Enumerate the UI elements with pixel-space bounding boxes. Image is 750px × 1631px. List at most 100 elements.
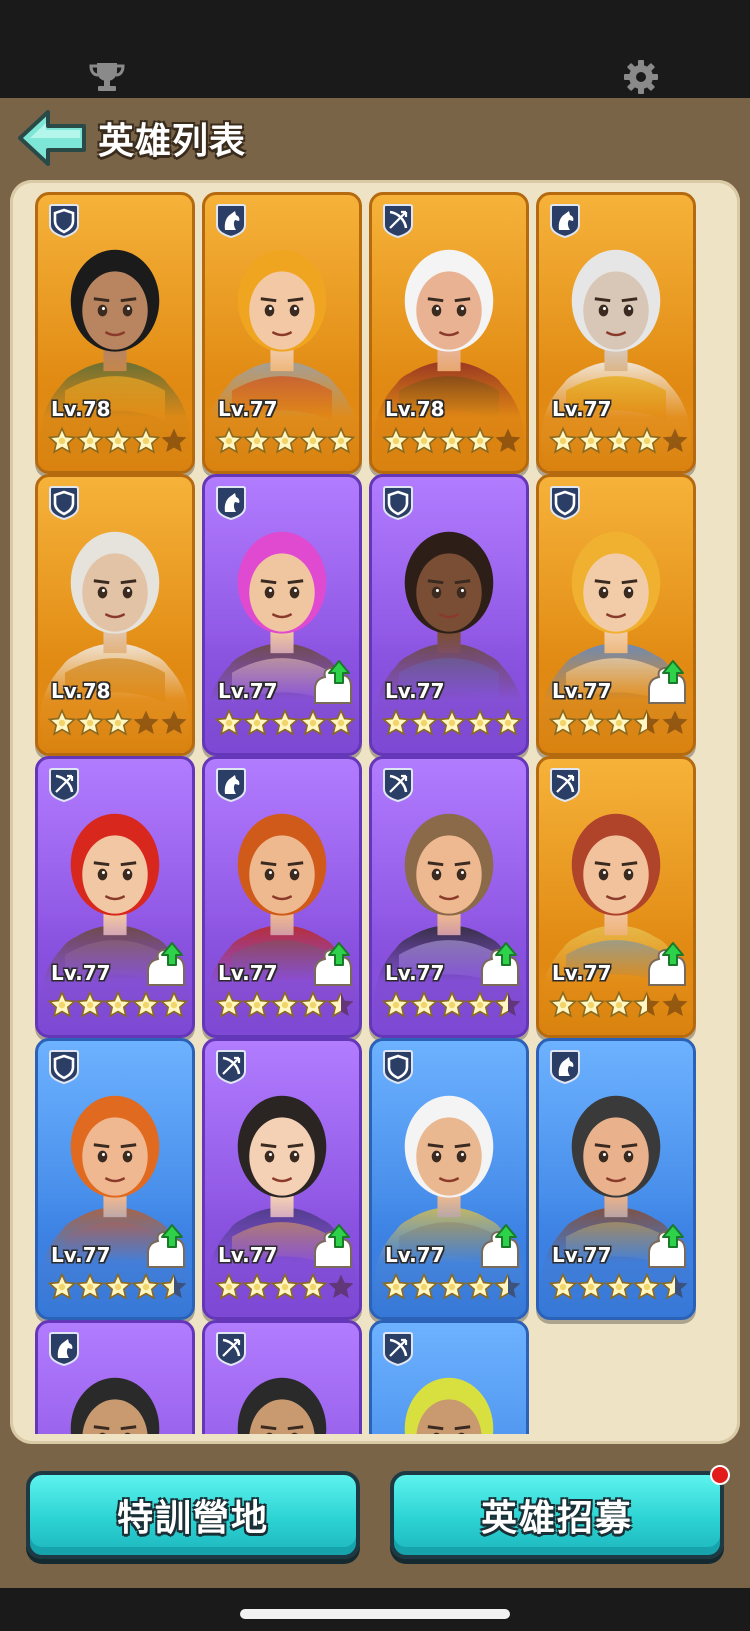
upgrade-available-icon [309,659,357,707]
upgrade-available-icon [476,941,524,989]
hero-card[interactable]: Lv.77 [369,474,529,756]
star-rating [48,709,188,739]
hero-card[interactable]: Lv.77 [536,474,696,756]
star-icon [160,1273,187,1300]
upgrade-available-icon [142,941,190,989]
star-icon [605,709,633,736]
star-rating [215,1273,355,1303]
upgrade-available-icon [309,941,357,989]
upgrade-available-icon [309,1223,357,1271]
hero-level: Lv.77 [51,961,111,985]
star-rating [48,1273,188,1303]
star-icon [271,427,299,454]
star-icon [633,427,661,454]
hero-level: Lv.77 [385,679,445,703]
bow-role-icon [47,767,81,803]
star-icon [48,709,76,736]
hero-card[interactable]: Lv.77 [536,1038,696,1320]
star-icon [243,1273,271,1300]
home-indicator[interactable] [240,1609,510,1619]
hero-card[interactable]: Lv.77 [202,192,362,474]
star-icon [327,991,354,1018]
star-icon [48,1273,76,1300]
star-icon [133,710,159,734]
back-arrow-button[interactable] [16,108,88,168]
horse-role-icon [47,1331,81,1367]
hero-card[interactable]: Lv.78 [35,474,195,756]
page-title: 英雄列表 [98,121,247,162]
star-icon [662,710,688,734]
hero-grid[interactable]: Lv.78 Lv.77 Lv.78 Lv.77 Lv.78 Lv.77 Lv.77 Lv.77… [10,180,740,1434]
star-icon [438,427,466,454]
shield-role-icon [381,485,415,521]
star-icon [495,428,521,452]
star-icon [271,991,299,1018]
bow-role-icon [381,203,415,239]
star-icon [161,710,187,734]
hero-card[interactable] [35,1320,195,1434]
star-rating [549,991,689,1021]
hero-card[interactable]: Lv.77 [35,756,195,1038]
hero-level: Lv.77 [51,1243,111,1267]
hero-card[interactable]: Lv.78 [369,192,529,474]
hero-level: Lv.77 [552,397,612,421]
hero-card[interactable]: Lv.77 [202,474,362,756]
hero-card[interactable]: Lv.77 [369,1038,529,1320]
star-icon [132,991,160,1018]
star-rating [215,991,355,1021]
upgrade-available-icon [643,941,691,989]
upgrade-available-icon [643,659,691,707]
star-icon [494,709,522,736]
training-camp-button[interactable]: 特訓營地 [26,1471,360,1559]
star-icon [438,709,466,736]
hero-level: Lv.77 [218,961,278,985]
hero-level: Lv.77 [218,679,278,703]
star-icon [382,1273,410,1300]
star-rating [549,427,689,457]
shield-role-icon [47,1049,81,1085]
gear-icon[interactable] [618,54,664,100]
hero-card[interactable]: Lv.77 [369,756,529,1038]
star-icon [466,991,494,1018]
hero-card[interactable] [202,1320,362,1434]
horse-role-icon [548,1049,582,1085]
bow-role-icon [214,1049,248,1085]
star-icon [577,1273,605,1300]
star-icon [466,709,494,736]
star-icon [662,428,688,452]
star-rating [382,1273,522,1303]
hero-card[interactable]: Lv.77 [35,1038,195,1320]
star-icon [605,427,633,454]
star-icon [410,427,438,454]
star-icon [299,709,327,736]
hero-card[interactable]: Lv.77 [202,1038,362,1320]
upgrade-available-icon [142,1223,190,1271]
star-icon [633,991,660,1018]
hero-card[interactable] [369,1320,529,1434]
star-icon [466,427,494,454]
star-icon [661,1273,688,1300]
bow-role-icon [381,1331,415,1367]
star-icon [633,1273,661,1300]
hero-card[interactable]: Lv.77 [536,756,696,1038]
star-icon [438,991,466,1018]
star-icon [299,991,327,1018]
hero-level: Lv.77 [218,1243,278,1267]
hero-card[interactable]: Lv.77 [536,192,696,474]
trophy-icon[interactable] [84,54,130,100]
hero-recruit-label: 英雄招募 [480,1498,633,1539]
hero-level: Lv.77 [385,961,445,985]
hero-card[interactable]: Lv.77 [202,756,362,1038]
star-icon [662,992,688,1016]
training-camp-label: 特訓營地 [116,1498,269,1539]
star-rating [48,991,188,1021]
star-icon [549,1273,577,1300]
star-icon [76,991,104,1018]
star-icon [132,427,160,454]
hero-card[interactable]: Lv.78 [35,192,195,474]
star-icon [243,427,271,454]
star-icon [215,991,243,1018]
hero-recruit-button[interactable]: 英雄招募 [390,1471,724,1559]
horse-role-icon [214,203,248,239]
star-icon [76,709,104,736]
